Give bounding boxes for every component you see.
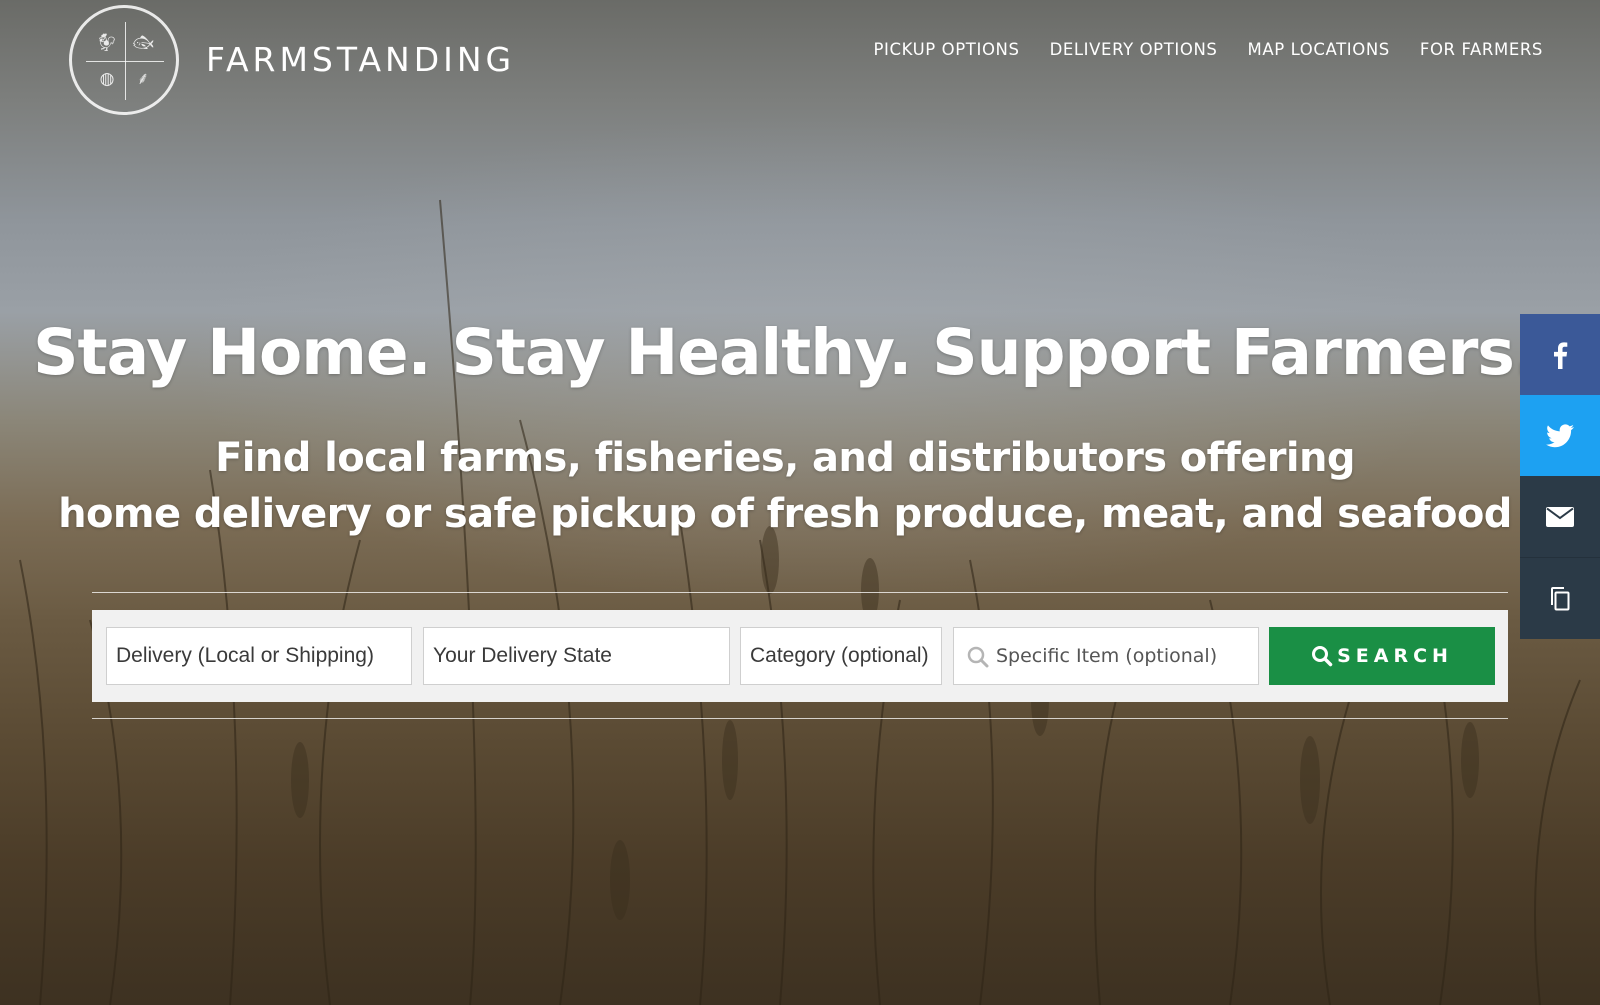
hero-subhead-line2: home delivery or safe pickup of fresh pr… [58, 491, 1512, 537]
share-sidebar [1520, 314, 1600, 639]
nav-delivery-options[interactable]: DELIVERY OPTIONS [1050, 40, 1218, 59]
search-bar: Delivery (Local or Shipping) Your Delive… [92, 610, 1508, 702]
brand-name[interactable]: FARMSTANDING [206, 40, 515, 79]
category-select[interactable]: Category (optional) [740, 627, 942, 685]
delivery-state-select[interactable]: Your Delivery State [423, 627, 730, 685]
hero-subhead: Find local farms, fisheries, and distrib… [0, 430, 1570, 542]
specific-item-placeholder: Specific Item (optional) [996, 645, 1218, 667]
chicken-icon: 🐓︎ [96, 33, 118, 53]
share-facebook-button[interactable] [1520, 314, 1600, 395]
share-twitter-button[interactable] [1520, 395, 1600, 476]
hero-headline: Stay Home. Stay Healthy. Support Farmers… [33, 316, 1538, 389]
hero-subhead-line1: Find local farms, fisheries, and distrib… [215, 435, 1355, 481]
logo-divider-horizontal [86, 61, 164, 62]
fish-icon: 🐟︎ [132, 33, 154, 53]
nav-map-locations[interactable]: MAP LOCATIONS [1247, 40, 1389, 59]
copy-icon [1551, 586, 1570, 610]
email-icon [1546, 506, 1574, 527]
farmstanding-logo[interactable]: 🐓︎ 🐟︎ ◍ ⸙ [69, 5, 179, 115]
share-copy-button[interactable] [1520, 557, 1600, 639]
search-button[interactable]: SEARCH [1269, 627, 1495, 685]
main-nav: PICKUP OPTIONS DELIVERY OPTIONS MAP LOCA… [873, 40, 1543, 59]
search-button-label: SEARCH [1337, 645, 1453, 667]
divider-bottom [92, 718, 1508, 719]
search-icon [1312, 646, 1333, 667]
plant-icon: ⸙ [136, 69, 150, 89]
nav-pickup-options[interactable]: PICKUP OPTIONS [873, 40, 1019, 59]
share-email-button[interactable] [1520, 476, 1600, 557]
divider-top [92, 592, 1508, 593]
nav-for-farmers[interactable]: FOR FARMERS [1420, 40, 1543, 59]
basket-icon: ◍ [99, 69, 115, 89]
facebook-icon [1554, 341, 1568, 369]
delivery-type-select[interactable]: Delivery (Local or Shipping) [106, 627, 412, 685]
specific-item-input[interactable]: Specific Item (optional) [953, 627, 1259, 685]
search-icon [967, 646, 989, 668]
twitter-icon [1546, 423, 1574, 447]
